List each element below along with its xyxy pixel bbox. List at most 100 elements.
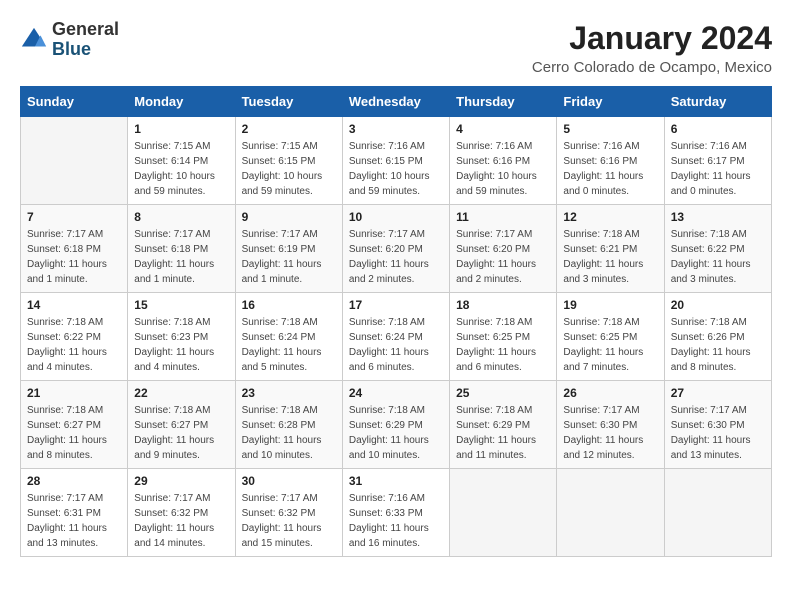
calendar-cell: 8 Sunrise: 7:17 AM Sunset: 6:18 PM Daylig… (128, 205, 235, 293)
day-number: 8 (134, 210, 228, 224)
calendar-cell: 16 Sunrise: 7:18 AM Sunset: 6:24 PM Dayli… (235, 293, 342, 381)
day-number: 24 (349, 386, 443, 400)
calendar-cell (557, 469, 664, 557)
calendar-cell: 25Sunrise: 7:18 AM Sunset: 6:29 PM Dayli… (450, 381, 557, 469)
calendar-cell: 6 Sunrise: 7:16 AM Sunset: 6:17 PM Daylig… (664, 117, 771, 205)
calendar-cell: 30 Sunrise: 7:17 AM Sunset: 6:32 PM Dayli… (235, 469, 342, 557)
calendar-cell: 9 Sunrise: 7:17 AM Sunset: 6:19 PM Daylig… (235, 205, 342, 293)
calendar-cell (450, 469, 557, 557)
day-info: Sunrise: 7:15 AM Sunset: 6:15 PM Dayligh… (242, 139, 336, 199)
calendar-cell: 5 Sunrise: 7:16 AM Sunset: 6:16 PM Daylig… (557, 117, 664, 205)
calendar-cell: 13Sunrise: 7:18 AM Sunset: 6:22 PM Dayli… (664, 205, 771, 293)
day-info: Sunrise: 7:18 AM Sunset: 6:25 PM Dayligh… (563, 315, 657, 375)
calendar-table: SundayMondayTuesdayWednesdayThursdayFrid… (20, 86, 772, 557)
weekday-header-row: SundayMondayTuesdayWednesdayThursdayFrid… (21, 87, 772, 117)
day-number: 30 (242, 474, 336, 488)
weekday-header-wednesday: Wednesday (342, 87, 449, 117)
calendar-cell: 10Sunrise: 7:17 AM Sunset: 6:20 PM Dayli… (342, 205, 449, 293)
calendar-cell: 24 Sunrise: 7:18 AM Sunset: 6:29 PM Dayli… (342, 381, 449, 469)
day-info: Sunrise: 7:18 AM Sunset: 6:24 PM Dayligh… (349, 315, 443, 375)
day-number: 11 (456, 210, 550, 224)
logo-general: General (52, 19, 119, 39)
day-info: Sunrise: 7:15 AM Sunset: 6:14 PM Dayligh… (134, 139, 228, 199)
day-number: 1 (134, 122, 228, 136)
calendar-cell: 28Sunrise: 7:17 AM Sunset: 6:31 PM Dayli… (21, 469, 128, 557)
day-info: Sunrise: 7:17 AM Sunset: 6:32 PM Dayligh… (134, 491, 228, 551)
calendar-cell: 7Sunrise: 7:17 AM Sunset: 6:18 PM Daylig… (21, 205, 128, 293)
day-number: 20 (671, 298, 765, 312)
day-number: 29 (134, 474, 228, 488)
day-number: 18 (456, 298, 550, 312)
main-title: January 2024 (532, 20, 772, 57)
day-number: 14 (27, 298, 121, 312)
calendar-cell: 19Sunrise: 7:18 AM Sunset: 6:25 PM Dayli… (557, 293, 664, 381)
calendar-cell: 14 Sunrise: 7:18 AM Sunset: 6:22 PM Dayli… (21, 293, 128, 381)
calendar-cell: 22Sunrise: 7:18 AM Sunset: 6:27 PM Dayli… (128, 381, 235, 469)
calendar-cell: 4Sunrise: 7:16 AM Sunset: 6:16 PM Daylig… (450, 117, 557, 205)
calendar-cell (664, 469, 771, 557)
day-number: 16 (242, 298, 336, 312)
day-info: Sunrise: 7:16 AM Sunset: 6:15 PM Dayligh… (349, 139, 443, 199)
day-number: 2 (242, 122, 336, 136)
day-info: Sunrise: 7:18 AM Sunset: 6:28 PM Dayligh… (242, 403, 336, 463)
day-info: Sunrise: 7:16 AM Sunset: 6:17 PM Dayligh… (671, 139, 765, 199)
subtitle: Cerro Colorado de Ocampo, Mexico (532, 59, 772, 76)
day-number: 21 (27, 386, 121, 400)
day-number: 23 (242, 386, 336, 400)
day-info: Sunrise: 7:18 AM Sunset: 6:27 PM Dayligh… (27, 403, 121, 463)
calendar-cell: 12 Sunrise: 7:18 AM Sunset: 6:21 PM Dayli… (557, 205, 664, 293)
day-info: Sunrise: 7:18 AM Sunset: 6:22 PM Dayligh… (27, 315, 121, 375)
day-info: Sunrise: 7:17 AM Sunset: 6:19 PM Dayligh… (242, 227, 336, 287)
day-number: 5 (563, 122, 657, 136)
day-info: Sunrise: 7:18 AM Sunset: 6:25 PM Dayligh… (456, 315, 550, 375)
day-number: 15 (134, 298, 228, 312)
week-row-4: 21 Sunrise: 7:18 AM Sunset: 6:27 PM Dayli… (21, 381, 772, 469)
calendar-cell: 29 Sunrise: 7:17 AM Sunset: 6:32 PM Dayli… (128, 469, 235, 557)
day-info: Sunrise: 7:18 AM Sunset: 6:21 PM Dayligh… (563, 227, 657, 287)
calendar-cell: 17 Sunrise: 7:18 AM Sunset: 6:24 PM Dayli… (342, 293, 449, 381)
day-number: 10 (349, 210, 443, 224)
day-number: 9 (242, 210, 336, 224)
day-info: Sunrise: 7:17 AM Sunset: 6:18 PM Dayligh… (134, 227, 228, 287)
logo-text: General Blue (52, 20, 119, 60)
logo: General Blue (20, 20, 119, 60)
day-info: Sunrise: 7:18 AM Sunset: 6:24 PM Dayligh… (242, 315, 336, 375)
weekday-header-friday: Friday (557, 87, 664, 117)
calendar-cell: 31Sunrise: 7:16 AM Sunset: 6:33 PM Dayli… (342, 469, 449, 557)
day-number: 22 (134, 386, 228, 400)
day-info: Sunrise: 7:17 AM Sunset: 6:18 PM Dayligh… (27, 227, 121, 287)
day-number: 12 (563, 210, 657, 224)
day-number: 26 (563, 386, 657, 400)
weekday-header-tuesday: Tuesday (235, 87, 342, 117)
day-number: 25 (456, 386, 550, 400)
logo-blue: Blue (52, 39, 91, 59)
weekday-header-saturday: Saturday (664, 87, 771, 117)
calendar-cell: 20 Sunrise: 7:18 AM Sunset: 6:26 PM Dayli… (664, 293, 771, 381)
title-block: January 2024 Cerro Colorado de Ocampo, M… (532, 20, 772, 76)
day-number: 3 (349, 122, 443, 136)
day-info: Sunrise: 7:17 AM Sunset: 6:30 PM Dayligh… (671, 403, 765, 463)
calendar-cell: 27 Sunrise: 7:17 AM Sunset: 6:30 PM Dayli… (664, 381, 771, 469)
week-row-1: 1 Sunrise: 7:15 AM Sunset: 6:14 PM Daylig… (21, 117, 772, 205)
week-row-5: 28Sunrise: 7:17 AM Sunset: 6:31 PM Dayli… (21, 469, 772, 557)
calendar-cell (21, 117, 128, 205)
day-number: 4 (456, 122, 550, 136)
day-info: Sunrise: 7:17 AM Sunset: 6:32 PM Dayligh… (242, 491, 336, 551)
page-header: General Blue January 2024 Cerro Colorado… (20, 20, 772, 76)
day-number: 31 (349, 474, 443, 488)
day-info: Sunrise: 7:17 AM Sunset: 6:30 PM Dayligh… (563, 403, 657, 463)
week-row-3: 14 Sunrise: 7:18 AM Sunset: 6:22 PM Dayli… (21, 293, 772, 381)
calendar-cell: 11Sunrise: 7:17 AM Sunset: 6:20 PM Dayli… (450, 205, 557, 293)
week-row-2: 7Sunrise: 7:17 AM Sunset: 6:18 PM Daylig… (21, 205, 772, 293)
day-number: 27 (671, 386, 765, 400)
day-info: Sunrise: 7:18 AM Sunset: 6:26 PM Dayligh… (671, 315, 765, 375)
day-number: 13 (671, 210, 765, 224)
calendar-cell: 15Sunrise: 7:18 AM Sunset: 6:23 PM Dayli… (128, 293, 235, 381)
weekday-header-monday: Monday (128, 87, 235, 117)
day-info: Sunrise: 7:16 AM Sunset: 6:16 PM Dayligh… (563, 139, 657, 199)
weekday-header-thursday: Thursday (450, 87, 557, 117)
day-number: 6 (671, 122, 765, 136)
calendar-cell: 2 Sunrise: 7:15 AM Sunset: 6:15 PM Daylig… (235, 117, 342, 205)
day-info: Sunrise: 7:18 AM Sunset: 6:29 PM Dayligh… (349, 403, 443, 463)
day-number: 17 (349, 298, 443, 312)
